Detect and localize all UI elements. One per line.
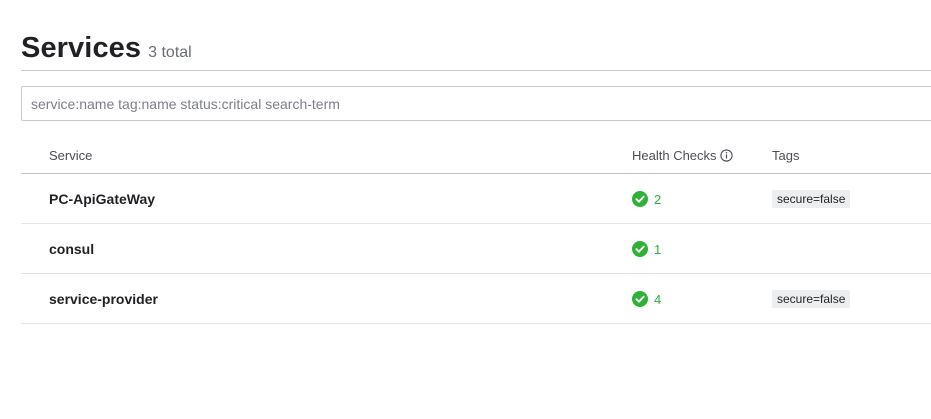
tag-badge: secure=false	[772, 290, 851, 308]
tag-badge: secure=false	[772, 190, 851, 208]
health-checks-passing: 1	[632, 241, 661, 257]
health-check-count: 2	[654, 191, 662, 207]
table-row[interactable]: service-provider 4 secure=false	[21, 274, 931, 324]
health-checks-passing: 4	[632, 291, 661, 307]
page-title: Services	[21, 32, 142, 64]
table-header: Service Health Checks Tags	[21, 138, 931, 174]
header-divider	[21, 70, 931, 71]
page-header: Services 3 total	[21, 32, 192, 65]
service-name-link[interactable]: service-provider	[49, 291, 158, 307]
service-count: 3 total	[148, 44, 192, 61]
health-check-count: 1	[654, 241, 662, 257]
check-circle-icon	[632, 191, 648, 207]
column-header-health-checks: Health Checks	[632, 148, 733, 163]
services-page: Services 3 total Service Health Checks T…	[0, 0, 931, 419]
column-header-health-label: Health Checks	[632, 148, 717, 163]
service-name-link[interactable]: consul	[49, 241, 94, 257]
search-input[interactable]	[21, 86, 931, 121]
table-row[interactable]: consul 1	[21, 224, 931, 274]
column-header-service: Service	[49, 148, 93, 163]
services-table: Service Health Checks Tags PC-ApiGateWay…	[21, 138, 931, 324]
info-icon[interactable]	[719, 149, 733, 162]
column-header-tags: Tags	[772, 148, 800, 163]
service-name-link[interactable]: PC-ApiGateWay	[49, 191, 155, 207]
check-circle-icon	[632, 291, 648, 307]
health-checks-passing: 2	[632, 191, 661, 207]
check-circle-icon	[632, 241, 648, 257]
table-row[interactable]: PC-ApiGateWay 2 secure=false	[21, 174, 931, 224]
health-check-count: 4	[654, 291, 662, 307]
